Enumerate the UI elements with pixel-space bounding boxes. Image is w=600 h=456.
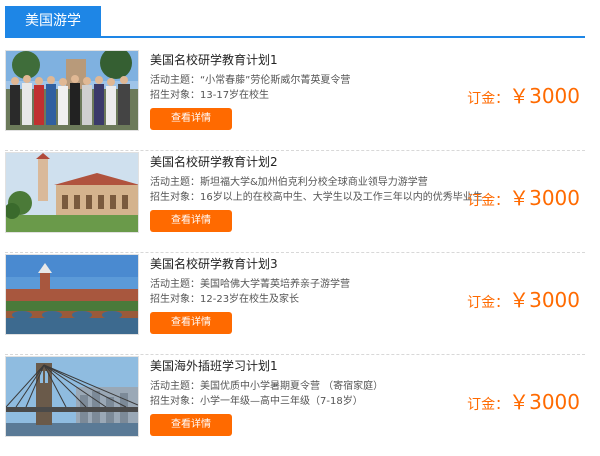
- target-value: 12-23岁在校生及家长: [200, 294, 300, 305]
- deposit-value: ￥3000: [509, 84, 580, 108]
- view-details-button[interactable]: 查看详情: [150, 414, 232, 436]
- program-target: 招生对象：16岁以上的在校高中生、大学生以及工作三年以内的优秀毕业生: [150, 188, 483, 203]
- program-item: 美国名校研学教育计划3 活动主题：美国哈佛大学菁英培养亲子游学营 招生对象：12…: [0, 254, 600, 355]
- program-item: 美国名校研学教育计划2 活动主题：斯坦福大学&加州伯克利分校全球商业领导力游学营…: [0, 152, 600, 253]
- deposit-label: 订金：: [467, 295, 510, 311]
- program-title[interactable]: 美国名校研学教育计划3: [150, 255, 278, 272]
- item-divider: [5, 252, 585, 253]
- program-title[interactable]: 美国海外插班学习计划1: [150, 357, 278, 374]
- target-label: 招生对象：: [150, 90, 200, 101]
- target-label: 招生对象：: [150, 294, 200, 305]
- program-theme: 活动主题：“小常春藤”劳伦斯威尔菁英夏令营: [150, 71, 350, 86]
- deposit-label: 订金：: [467, 397, 510, 413]
- deposit-value: ￥3000: [509, 186, 580, 210]
- deposit-price: 订金：￥3000: [467, 284, 580, 313]
- program-target: 招生对象：13-17岁在校生: [150, 86, 269, 101]
- theme-label: 活动主题：: [150, 75, 200, 86]
- program-thumbnail[interactable]: [5, 152, 139, 233]
- target-value: 13-17岁在校生: [200, 90, 270, 101]
- item-divider: [5, 354, 585, 355]
- deposit-label: 订金：: [467, 193, 510, 209]
- target-label: 招生对象：: [150, 192, 200, 203]
- program-title[interactable]: 美国名校研学教育计划2: [150, 153, 278, 170]
- theme-label: 活动主题：: [150, 279, 200, 290]
- item-divider: [5, 150, 585, 151]
- program-thumbnail[interactable]: [5, 50, 139, 131]
- section-tab[interactable]: 美国游学: [5, 6, 101, 36]
- theme-value: 美国优质中小学暑期夏令营 （寄宿家庭）: [200, 381, 384, 392]
- stanford-campus-photo: [6, 153, 138, 232]
- theme-label: 活动主题：: [150, 177, 200, 188]
- program-theme: 活动主题：斯坦福大学&加州伯克利分校全球商业领导力游学营: [150, 173, 428, 188]
- theme-value: “小常春藤”劳伦斯威尔菁英夏令营: [200, 75, 351, 86]
- deposit-price: 订金：￥3000: [467, 182, 580, 211]
- section-divider: [5, 36, 585, 38]
- target-value: 小学一年级—高中三年级（7-18岁）: [200, 396, 363, 407]
- deposit-price: 订金：￥3000: [467, 80, 580, 109]
- theme-label: 活动主题：: [150, 381, 200, 392]
- view-details-button[interactable]: 查看详情: [150, 108, 232, 130]
- deposit-label: 订金：: [467, 91, 510, 107]
- deposit-price: 订金：￥3000: [467, 386, 580, 415]
- program-thumbnail[interactable]: [5, 254, 139, 335]
- program-title[interactable]: 美国名校研学教育计划1: [150, 51, 278, 68]
- view-details-button[interactable]: 查看详情: [150, 312, 232, 334]
- view-details-button[interactable]: 查看详情: [150, 210, 232, 232]
- program-target: 招生对象：12-23岁在校生及家长: [150, 290, 299, 305]
- deposit-value: ￥3000: [509, 288, 580, 312]
- program-target: 招生对象：小学一年级—高中三年级（7-18岁）: [150, 392, 363, 407]
- program-item: 美国名校研学教育计划1 活动主题：“小常春藤”劳伦斯威尔菁英夏令营 招生对象：1…: [0, 50, 600, 151]
- program-theme: 活动主题：美国优质中小学暑期夏令营 （寄宿家庭）: [150, 377, 383, 392]
- target-value: 16岁以上的在校高中生、大学生以及工作三年以内的优秀毕业生: [200, 192, 483, 203]
- target-label: 招生对象：: [150, 396, 200, 407]
- section-header: 美国游学: [0, 0, 600, 40]
- brooklyn-bridge-photo: [6, 357, 138, 436]
- program-thumbnail[interactable]: [5, 356, 139, 437]
- program-item: 美国海外插班学习计划1 活动主题：美国优质中小学暑期夏令营 （寄宿家庭） 招生对…: [0, 356, 600, 456]
- theme-value: 斯坦福大学&加州伯克利分校全球商业领导力游学营: [200, 177, 428, 188]
- theme-value: 美国哈佛大学菁英培养亲子游学营: [200, 279, 350, 290]
- deposit-value: ￥3000: [509, 390, 580, 414]
- student-group-photo: [6, 51, 138, 130]
- harvard-riverside-photo: [6, 255, 138, 334]
- program-theme: 活动主题：美国哈佛大学菁英培养亲子游学营: [150, 275, 350, 290]
